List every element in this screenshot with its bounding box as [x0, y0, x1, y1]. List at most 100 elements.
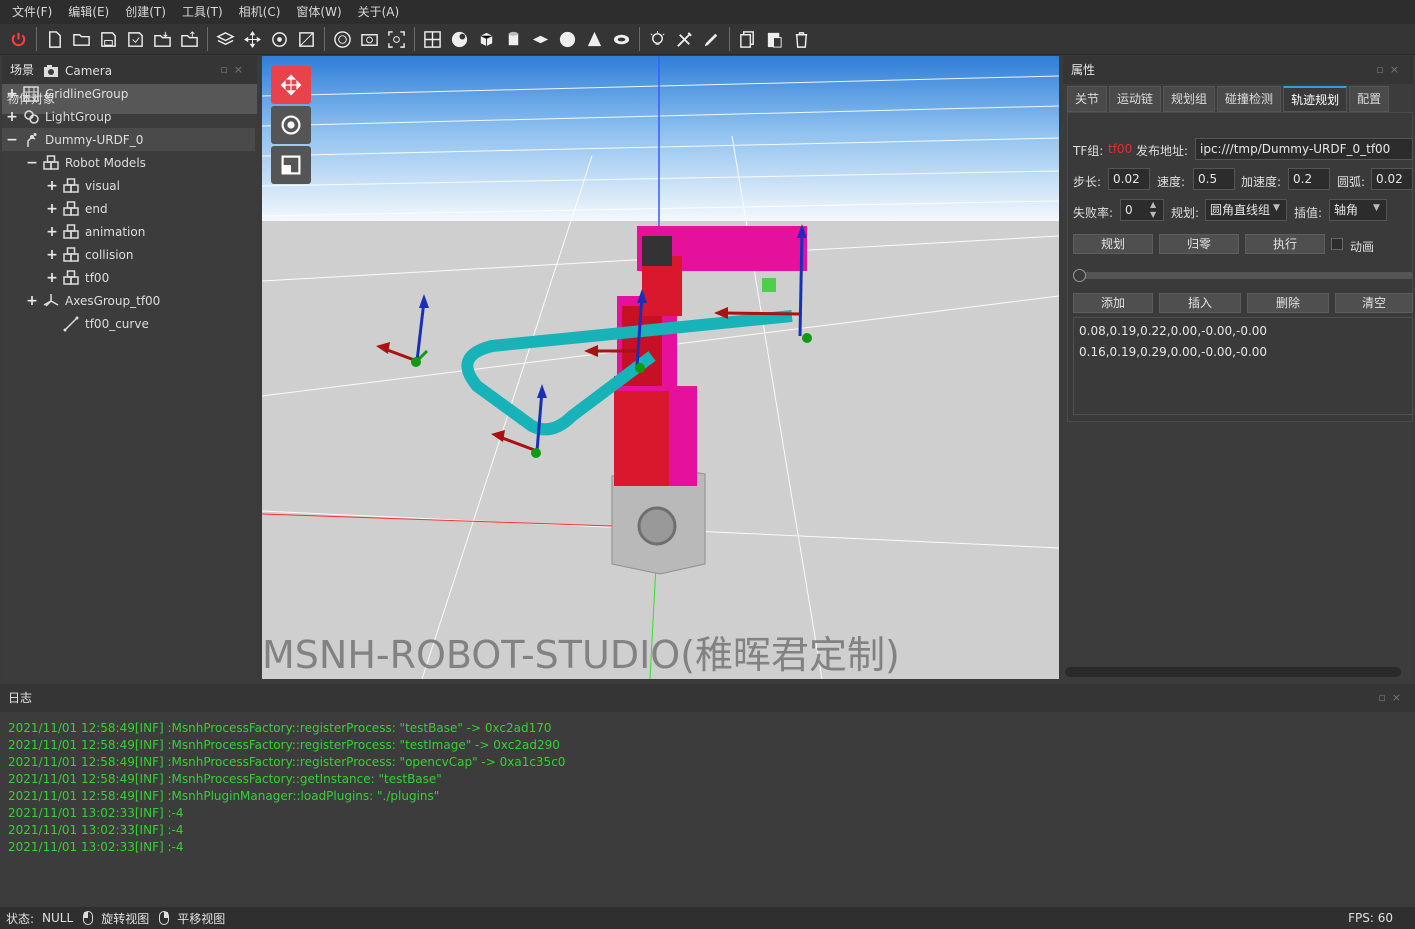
menu-camera[interactable]: 相机(C): [231, 0, 289, 24]
cylinder-icon[interactable]: [501, 27, 526, 52]
brush-icon[interactable]: [699, 27, 724, 52]
expand-icon[interactable]: +: [45, 247, 59, 263]
collapse-icon[interactable]: −: [25, 155, 39, 171]
rotate-icon: [281, 115, 301, 135]
expand-icon[interactable]: +: [5, 109, 19, 125]
menu-file[interactable]: 文件(F): [4, 0, 60, 24]
expand-icon[interactable]: +: [45, 224, 59, 240]
save-icon[interactable]: [96, 27, 121, 52]
expand-icon[interactable]: +: [45, 270, 59, 286]
tree-item-label: Camera: [65, 63, 113, 78]
tree-item-visual[interactable]: + visual: [2, 174, 255, 197]
scale-gizmo-button[interactable]: [271, 146, 311, 184]
clear-button[interactable]: 清空: [1335, 293, 1413, 313]
animation-checkbox[interactable]: [1331, 238, 1343, 250]
status-label: 状态:: [6, 911, 35, 926]
home-button[interactable]: 归零: [1159, 234, 1239, 254]
tree-item-tf00-curve[interactable]: tf00_curve: [2, 312, 255, 335]
interp-dropdown-icon[interactable]: ▼: [1373, 203, 1380, 213]
address-input[interactable]: ipc:///tmp/Dummy-URDF_0_tf00: [1195, 138, 1413, 160]
scene-canvas[interactable]: [262, 56, 1059, 679]
tab-joint[interactable]: 关节: [1067, 86, 1108, 112]
spin-arrows-icon[interactable]: ▲ ▼: [1150, 200, 1156, 220]
light-bulb-icon[interactable]: [645, 27, 670, 52]
expand-icon[interactable]: +: [25, 293, 39, 309]
target-icon[interactable]: [330, 27, 355, 52]
paste-icon[interactable]: [762, 27, 787, 52]
tab-chain[interactable]: 运动链: [1109, 86, 1162, 112]
new-file-icon[interactable]: [42, 27, 67, 52]
menu-edit[interactable]: 编辑(E): [60, 0, 117, 24]
tree-item-collision[interactable]: + collision: [2, 243, 255, 266]
tree-item-tf00[interactable]: + tf00: [2, 266, 255, 289]
menu-tools[interactable]: 工具(T): [174, 0, 231, 24]
log-title: 日志 ▫×: [0, 684, 1415, 712]
expand-icon[interactable]: +: [45, 201, 59, 217]
watermark: MSNH-ROBOT-STUDIO(稚晖君定制): [262, 633, 900, 677]
expand-icon[interactable]: +: [5, 86, 19, 102]
tree-item-dummy-urdf-0[interactable]: − Dummy-URDF_0: [2, 128, 255, 151]
export-icon[interactable]: [177, 27, 202, 52]
execute-button[interactable]: 执行: [1245, 234, 1325, 254]
speed-input[interactable]: 0.5: [1193, 168, 1235, 190]
properties-scrollbar[interactable]: [1065, 667, 1401, 677]
tree-item-gridlinegroup[interactable]: + GridlineGroup: [2, 82, 255, 105]
insert-button[interactable]: 插入: [1159, 293, 1241, 313]
plane-icon[interactable]: [528, 27, 553, 52]
arc-input[interactable]: 0.02: [1371, 168, 1413, 190]
tools-icon[interactable]: [672, 27, 697, 52]
grid-icon[interactable]: [420, 27, 445, 52]
tab-trajectory[interactable]: 轨迹规划: [1283, 86, 1348, 112]
delete-icon[interactable]: [789, 27, 814, 52]
tree-item-end[interactable]: + end: [2, 197, 255, 220]
frame-icon[interactable]: [384, 27, 409, 52]
camera-icon[interactable]: [357, 27, 382, 52]
import-icon[interactable]: [150, 27, 175, 52]
menu-about[interactable]: 关于(A): [350, 0, 408, 24]
list-item[interactable]: 0.16,0.19,0.29,0.00,-0.00,-0.00: [1079, 345, 1267, 359]
tree-item-lightgroup[interactable]: + LightGroup: [2, 105, 255, 128]
fail-rate-spinbox[interactable]: 0: [1120, 199, 1164, 221]
torus-icon[interactable]: [609, 27, 634, 52]
step-input[interactable]: 0.02: [1108, 168, 1150, 190]
sphere-icon[interactable]: [555, 27, 580, 52]
tree-item-axesgroup-tf00[interactable]: + AxesGroup_tf00: [2, 289, 255, 312]
progress-slider[interactable]: [1073, 272, 1413, 279]
orbit-icon[interactable]: [267, 27, 292, 52]
tab-config[interactable]: 配置: [1349, 86, 1390, 112]
plan-dropdown-icon[interactable]: ▼: [1273, 203, 1280, 213]
points-list[interactable]: 0.08,0.19,0.22,0.00,-0.00,-0.00 0.16,0.1…: [1073, 317, 1413, 415]
power-icon[interactable]: [6, 27, 31, 52]
open-folder-icon[interactable]: [69, 27, 94, 52]
tree-item-label: tf00_curve: [85, 316, 149, 331]
rotate-gizmo-button[interactable]: [271, 106, 311, 144]
sphere-light-icon[interactable]: [447, 27, 472, 52]
menu-window[interactable]: 窗体(W): [288, 0, 349, 24]
tree-item-animation[interactable]: + animation: [2, 220, 255, 243]
tree-item-robot-models[interactable]: − Robot Models: [2, 151, 255, 174]
copy-icon[interactable]: [735, 27, 760, 52]
add-button[interactable]: 添加: [1073, 293, 1153, 313]
cone-icon[interactable]: [582, 27, 607, 52]
3d-viewport[interactable]: MSNH-ROBOT-STUDIO(稚晖君定制): [262, 56, 1059, 679]
move-icon[interactable]: [240, 27, 265, 52]
menu-create[interactable]: 创建(T): [117, 0, 174, 24]
save-as-icon[interactable]: [123, 27, 148, 52]
menu-bar: 文件(F) 编辑(E) 创建(T) 工具(T) 相机(C) 窗体(W) 关于(A…: [0, 0, 1415, 24]
plan-button[interactable]: 规划: [1073, 234, 1153, 254]
accel-input[interactable]: 0.2: [1288, 168, 1330, 190]
model-icon: [63, 200, 79, 217]
list-item[interactable]: 0.08,0.19,0.22,0.00,-0.00,-0.00: [1079, 324, 1267, 338]
tab-collision[interactable]: 碰撞检测: [1217, 86, 1282, 112]
tree-item-camera[interactable]: Camera: [2, 59, 255, 82]
slider-handle[interactable]: [1073, 269, 1086, 282]
cube-icon[interactable]: [474, 27, 499, 52]
tab-plan-group[interactable]: 规划组: [1163, 86, 1216, 112]
collapse-icon[interactable]: −: [5, 132, 19, 148]
expand-icon[interactable]: +: [45, 178, 59, 194]
fit-icon[interactable]: [294, 27, 319, 52]
fps-counter: FPS: 60: [1348, 911, 1393, 925]
remove-button[interactable]: 删除: [1247, 293, 1329, 313]
move-gizmo-button[interactable]: [271, 66, 311, 104]
layers-icon[interactable]: [213, 27, 238, 52]
